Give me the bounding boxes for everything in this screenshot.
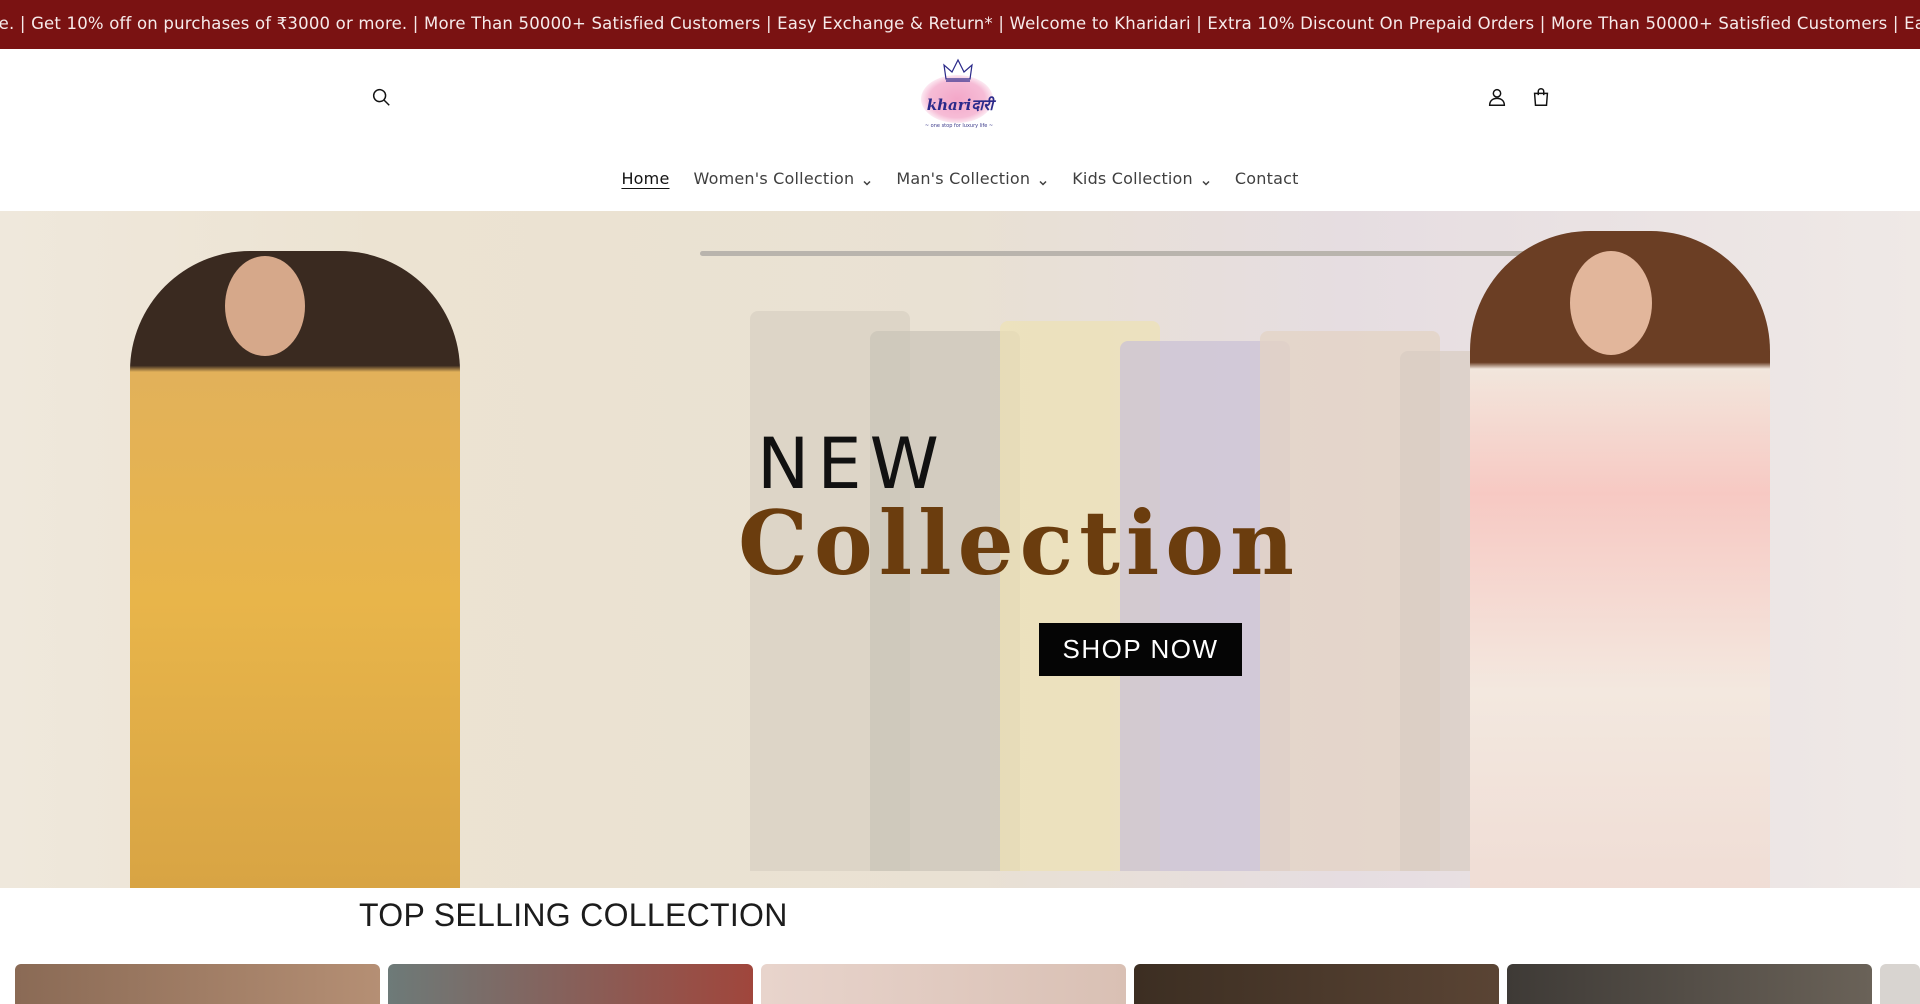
product-card[interactable] [15, 964, 380, 1004]
product-card[interactable] [388, 964, 753, 1004]
logo-text: khariदारी [926, 96, 994, 114]
nav-womens-collection[interactable]: Women's Collection [682, 164, 885, 192]
section-title-top-selling: TOP SELLING COLLECTION [359, 897, 788, 933]
nav-womens-label: Women's Collection [693, 168, 855, 188]
nav-contact[interactable]: Contact [1223, 164, 1311, 192]
nav-contact-label: Contact [1234, 168, 1299, 188]
model-left-face [225, 256, 305, 356]
shop-now-button[interactable]: SHOP NOW [1039, 623, 1242, 676]
nav-home[interactable]: Home [609, 164, 681, 192]
product-card-row [0, 964, 1920, 1004]
cart-icon[interactable] [1524, 80, 1558, 114]
chevron-down-icon [862, 173, 872, 186]
chevron-down-icon [1038, 173, 1048, 186]
search-icon[interactable] [364, 80, 398, 114]
main-nav: Home Women's Collection Man's Collection… [0, 164, 1920, 192]
product-card[interactable] [1134, 964, 1499, 1004]
product-card[interactable] [761, 964, 1126, 1004]
nav-home-label: Home [621, 168, 670, 188]
garment [870, 331, 1020, 871]
chevron-down-icon [1201, 173, 1211, 186]
nav-mans-label: Man's Collection [896, 168, 1031, 188]
nav-kids-collection[interactable]: Kids Collection [1060, 164, 1223, 192]
nav-mans-collection[interactable]: Man's Collection [884, 164, 1060, 192]
hero-banner[interactable]: NEW Collection SHOP NOW [0, 211, 1920, 888]
account-icon[interactable] [1480, 80, 1514, 114]
announcement-bar: re. | Get 10% off on purchases of ₹3000 … [0, 0, 1920, 49]
model-right-face [1570, 251, 1652, 355]
logo-tagline: ~ one stop for luxury life ~ [924, 123, 994, 129]
announcement-text: re. | Get 10% off on purchases of ₹3000 … [0, 14, 1920, 33]
nav-kids-label: Kids Collection [1072, 168, 1193, 188]
model-left-image [130, 251, 460, 888]
rack-bar [700, 251, 1580, 256]
hero-headline-collection: Collection [738, 491, 1300, 595]
product-card[interactable] [1880, 964, 1920, 1004]
site-header: khariदारी ~ one stop for luxury life ~ H… [0, 49, 1920, 211]
product-card[interactable] [1507, 964, 1872, 1004]
site-logo[interactable]: khariदारी ~ one stop for luxury life ~ [911, 57, 1005, 137]
crown-icon [943, 58, 973, 82]
